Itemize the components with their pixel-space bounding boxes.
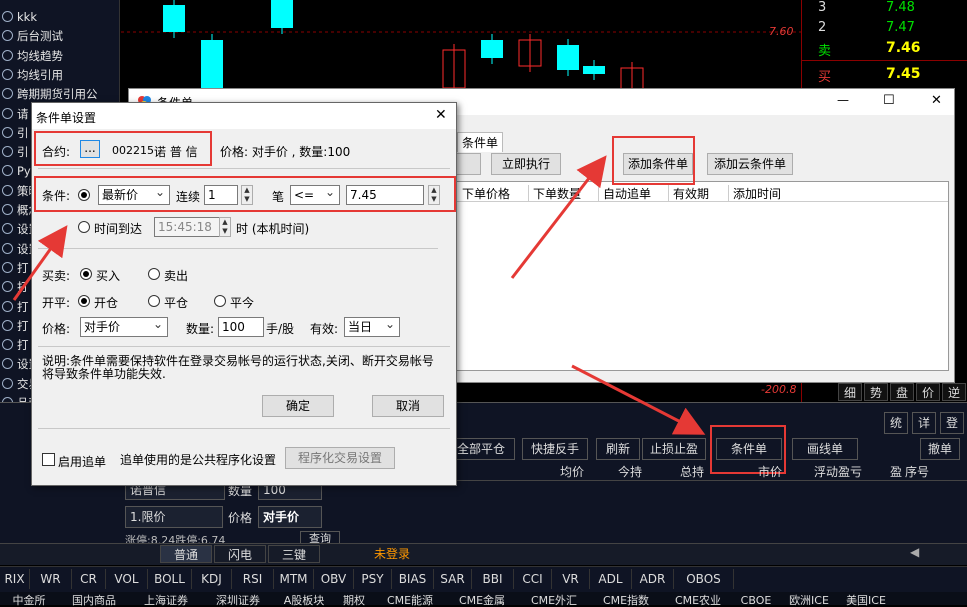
annotation-arrows bbox=[12, 155, 706, 435]
arrow-to-add bbox=[510, 155, 607, 279]
arrow-to-dialog bbox=[12, 225, 68, 301]
arrow-to-cond bbox=[571, 364, 706, 435]
